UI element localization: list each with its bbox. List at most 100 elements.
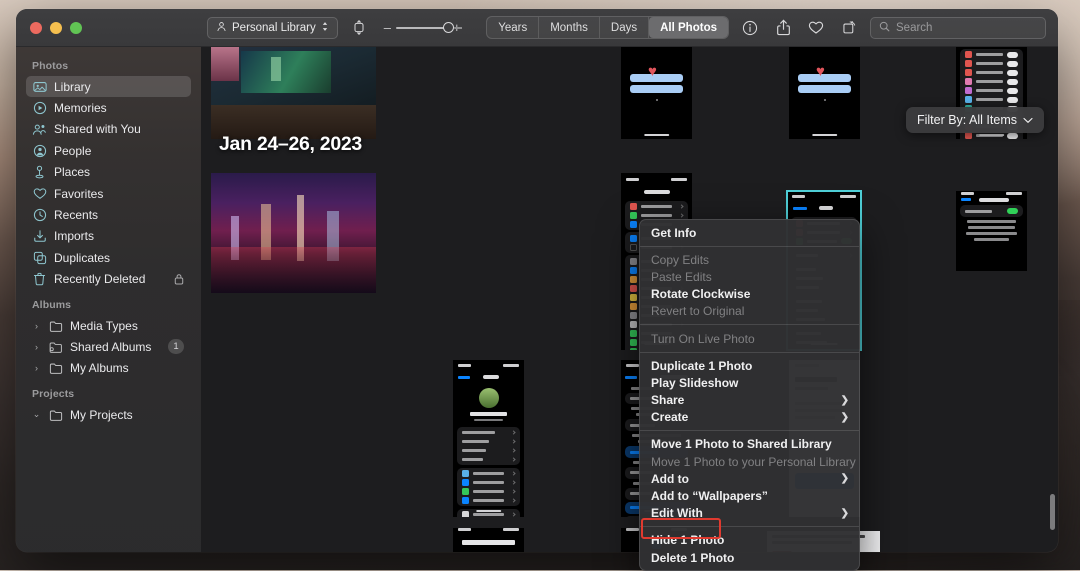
menu-item-move-to-personal-library: Move 1 Photo to your Personal Library bbox=[651, 454, 856, 469]
search-field[interactable]: Search bbox=[870, 16, 1046, 39]
grid-scrollbar-thumb[interactable] bbox=[1050, 494, 1055, 530]
clock-icon bbox=[32, 208, 47, 223]
trash-icon bbox=[32, 272, 47, 287]
sidebar-item-label: Media Types bbox=[70, 318, 138, 333]
zoom-slider-track[interactable] bbox=[395, 21, 462, 33]
sidebar-section-albums-title: Albums bbox=[32, 298, 72, 311]
photo-thumbnail[interactable] bbox=[789, 47, 860, 139]
menu-item-duplicate-1-photo[interactable]: Duplicate 1 Photo bbox=[640, 357, 859, 374]
menu-item-edit-with[interactable]: Edit With ❯ bbox=[640, 505, 859, 522]
filter-button-label: Filter By: All Items bbox=[916, 113, 1017, 127]
search-icon bbox=[879, 19, 890, 37]
rotate-icon[interactable] bbox=[837, 17, 861, 39]
sidebar-item-recently-deleted[interactable]: Recently Deleted bbox=[26, 269, 191, 290]
zoom-out-label[interactable]: – bbox=[384, 21, 391, 34]
sidebar-item-recents[interactable]: Recents bbox=[26, 204, 191, 225]
menu-item-add-to-wallpapers[interactable]: Add to “Wallpapers” bbox=[640, 487, 859, 504]
menu-item-delete-1-photo[interactable]: Delete 1 Photo bbox=[640, 549, 859, 566]
tab-years[interactable]: Years bbox=[487, 17, 540, 38]
sidebar-item-memories[interactable]: Memories bbox=[26, 97, 191, 118]
sidebar-item-label: Recently Deleted bbox=[54, 272, 146, 287]
search-placeholder: Search bbox=[896, 21, 933, 34]
photo-thumbnail[interactable] bbox=[211, 173, 376, 293]
tab-all-photos[interactable]: All Photos bbox=[649, 17, 728, 38]
chevron-down-icon[interactable]: ⌄ bbox=[32, 409, 41, 419]
sidebar-item-people[interactable]: People bbox=[26, 140, 191, 161]
sidebar-item-places[interactable]: Places bbox=[26, 162, 191, 183]
sidebar-item-library[interactable]: Library bbox=[26, 76, 191, 98]
sidebar-item-shared-albums[interactable]: › Shared Albums 1 bbox=[26, 336, 191, 357]
menu-item-create[interactable]: Create ❯ bbox=[640, 409, 859, 426]
zoom-slider-thumb[interactable] bbox=[442, 21, 454, 33]
shared-albums-badge: 1 bbox=[168, 339, 184, 355]
minimize-button[interactable] bbox=[50, 21, 62, 34]
sidebar-item-media-types[interactable]: › Media Types bbox=[26, 315, 191, 336]
photo-thumbnail[interactable] bbox=[453, 528, 524, 552]
submenu-arrow-icon: ❯ bbox=[840, 473, 849, 485]
sidebar-item-label: Favorites bbox=[54, 186, 104, 201]
duplicates-icon bbox=[32, 250, 47, 265]
menu-item-rotate-clockwise[interactable]: Rotate Clockwise bbox=[640, 286, 859, 303]
chevron-right-icon[interactable]: › bbox=[32, 342, 41, 352]
sidebar-item-my-albums[interactable]: › My Albums bbox=[26, 358, 191, 379]
menu-separator bbox=[640, 324, 859, 326]
library-selector-button[interactable]: Personal Library bbox=[207, 16, 338, 39]
sidebar-item-favorites[interactable]: Favorites bbox=[26, 183, 191, 204]
library-selector-label: Personal Library bbox=[232, 21, 316, 34]
menu-item-hide-1-photo[interactable]: Hide 1 Photo bbox=[640, 532, 859, 549]
photo-grid-area[interactable]: Jan 24–26, 2023 ♥ ♥ Filter By: All Items bbox=[201, 47, 1058, 552]
favorite-icon[interactable] bbox=[804, 17, 828, 39]
photos-window: Personal Library – + Years Months Days bbox=[16, 9, 1058, 552]
sidebar-item-label: Library bbox=[54, 79, 91, 94]
shared-with-you-icon bbox=[32, 122, 47, 137]
chevron-up-down-icon bbox=[321, 21, 329, 35]
sidebar-item-shared-with-you[interactable]: Shared with You bbox=[26, 119, 191, 140]
photo-thumbnail[interactable] bbox=[211, 47, 376, 139]
date-header: Jan 24–26, 2023 bbox=[219, 133, 362, 155]
menu-separator bbox=[640, 526, 859, 528]
menu-item-add-to[interactable]: Add to ❯ bbox=[640, 470, 859, 487]
menu-item-revert-to-original: Revert to Original bbox=[651, 304, 745, 319]
sidebar-item-label: Imports bbox=[54, 229, 95, 244]
share-icon[interactable] bbox=[771, 17, 795, 39]
zoom-button[interactable] bbox=[70, 21, 82, 34]
menu-item-play-slideshow[interactable]: Play Slideshow bbox=[640, 374, 859, 391]
favorite-badge-icon: ♥ bbox=[816, 63, 825, 80]
folder-icon bbox=[48, 407, 63, 422]
menu-separator bbox=[640, 351, 859, 353]
photo-thumbnail[interactable] bbox=[453, 360, 524, 517]
sidebar-section-photos-title: Photos bbox=[32, 60, 69, 72]
zoom-slider[interactable]: – + bbox=[384, 21, 462, 34]
sidebar-item-imports[interactable]: Imports bbox=[26, 226, 191, 247]
traffic-lights bbox=[16, 21, 201, 34]
menu-separator bbox=[640, 245, 859, 247]
submenu-arrow-icon: ❯ bbox=[840, 507, 849, 519]
sidebar-item-duplicates[interactable]: Duplicates bbox=[26, 247, 191, 268]
menu-item-move-to-shared-library[interactable]: Move 1 Photo to Shared Library bbox=[640, 436, 859, 453]
window-titlebar: Personal Library – + Years Months Days bbox=[16, 9, 1058, 47]
chevron-right-icon[interactable]: › bbox=[32, 321, 41, 331]
chevron-right-icon[interactable]: › bbox=[32, 363, 41, 373]
context-menu[interactable]: Get Info Copy Edits Paste Edits Rotate C… bbox=[639, 219, 860, 571]
tab-days[interactable]: Days bbox=[600, 17, 650, 38]
photo-thumbnail[interactable] bbox=[621, 47, 692, 139]
close-button[interactable] bbox=[30, 21, 42, 34]
chevron-down-icon bbox=[1023, 113, 1033, 127]
import-icon[interactable] bbox=[347, 17, 371, 39]
photo-thumbnail[interactable] bbox=[956, 191, 1027, 271]
shared-folder-icon bbox=[48, 339, 63, 354]
sidebar-item-label: People bbox=[54, 143, 92, 158]
sidebar-item-my-projects[interactable]: ⌄ My Projects bbox=[26, 404, 191, 425]
info-icon[interactable] bbox=[738, 17, 762, 39]
menu-item-get-info[interactable]: Get Info bbox=[640, 224, 859, 241]
tab-months[interactable]: Months bbox=[539, 17, 600, 38]
menu-item-share[interactable]: Share ❯ bbox=[640, 392, 859, 409]
menu-item-copy-edits: Copy Edits bbox=[651, 252, 710, 267]
favorite-badge-icon: ♥ bbox=[648, 63, 657, 80]
submenu-arrow-icon: ❯ bbox=[840, 394, 849, 406]
menu-item-paste-edits: Paste Edits bbox=[651, 269, 712, 284]
filter-button[interactable]: Filter By: All Items bbox=[905, 107, 1044, 133]
heart-icon bbox=[32, 186, 47, 201]
sidebar-item-label: Memories bbox=[54, 101, 107, 116]
view-mode-segmented-control[interactable]: Years Months Days All Photos bbox=[486, 16, 729, 39]
